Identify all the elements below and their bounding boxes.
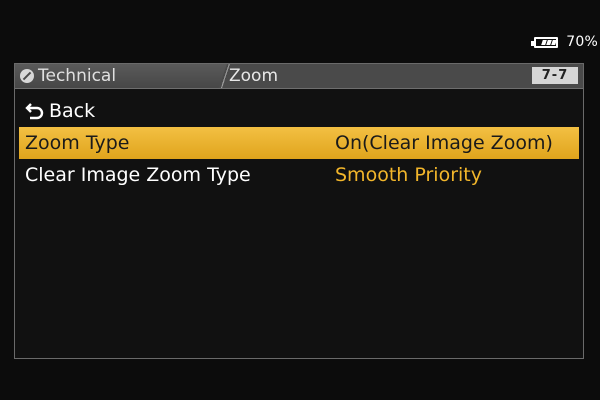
battery-percent: 70% (566, 34, 598, 50)
menu-list: Back Zoom Type On(Clear Image Zoom) Clea… (19, 95, 579, 191)
menu-item-label: Zoom Type (25, 132, 130, 154)
back-arrow-icon (25, 103, 44, 120)
back-button[interactable]: Back (19, 95, 579, 127)
menu-item-label: Clear Image Zoom Type (25, 164, 251, 186)
menu-item-value: On(Clear Image Zoom) (335, 132, 553, 154)
back-label: Back (49, 100, 96, 122)
page-number-badge: 7-7 (532, 67, 578, 84)
page-title: Zoom (229, 66, 279, 86)
wrench-icon (20, 69, 34, 83)
battery-icon (531, 36, 559, 48)
menu-panel: Technical Zoom 7-7 Back Zoom Type On(Cle… (14, 63, 584, 359)
menu-header: Technical Zoom 7-7 (15, 64, 583, 89)
tab-technical-label: Technical (38, 66, 117, 86)
menu-item-clear-image-zoom-type[interactable]: Clear Image Zoom Type Smooth Priority (19, 159, 579, 191)
menu-item-value: Smooth Priority (335, 164, 482, 186)
status-bar: 70% (530, 30, 598, 54)
tab-technical[interactable]: Technical (15, 64, 227, 88)
menu-item-zoom-type[interactable]: Zoom Type On(Clear Image Zoom) (19, 127, 579, 159)
